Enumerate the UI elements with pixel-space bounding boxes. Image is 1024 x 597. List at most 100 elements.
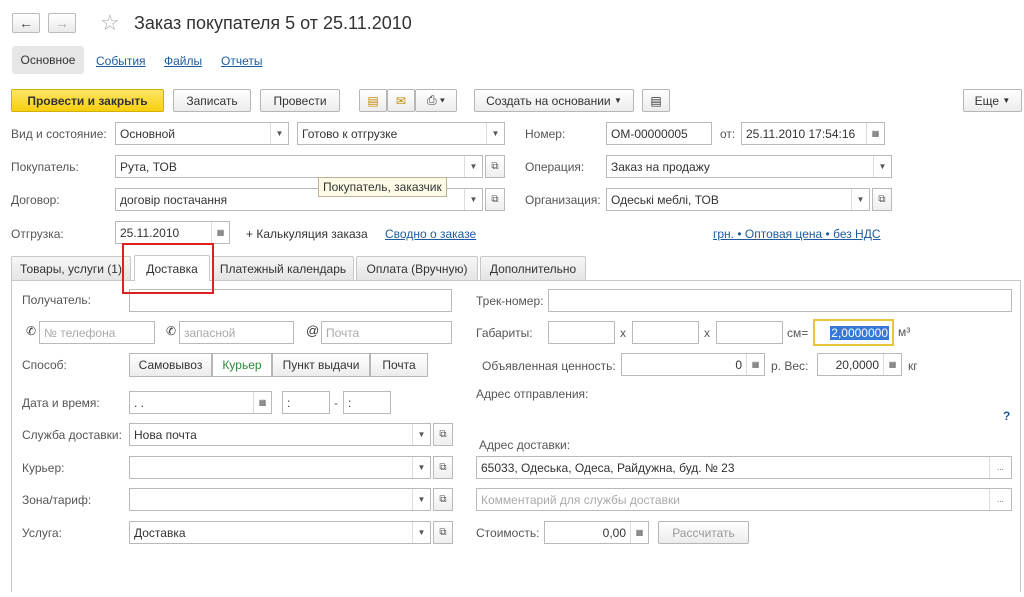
alt-phone-field[interactable]: запасной (179, 321, 294, 344)
report-icon: ▤ (650, 93, 662, 108)
forward-button[interactable]: → (48, 13, 76, 33)
service-field[interactable]: Нова почта ▼ (129, 423, 431, 446)
chevron-down-icon[interactable]: ▼ (873, 156, 891, 177)
summary-link[interactable]: Сводно о заказе (385, 227, 476, 241)
method-pickup[interactable]: Самовывоз (129, 353, 212, 377)
ship-label: Отгрузка: (11, 227, 64, 241)
state-value: Готово к отгрузке (302, 126, 398, 141)
buyer-value: Рута, ТОВ (120, 159, 177, 174)
ship-date-field[interactable]: 25.11.2010 ▦ (115, 221, 230, 244)
structure-button[interactable]: ▤ (359, 89, 387, 112)
calculator-icon[interactable]: ▦ (630, 522, 648, 543)
declared-field[interactable]: 0 ▦ (621, 353, 765, 376)
chevron-down-icon[interactable]: ▼ (412, 489, 430, 510)
chevron-down-icon[interactable]: ▼ (270, 123, 288, 144)
zone-field[interactable]: ▼ (129, 488, 431, 511)
width-field[interactable] (632, 321, 699, 344)
time-from-field[interactable]: : (282, 391, 330, 414)
chevron-down-icon[interactable]: ▼ (464, 189, 482, 210)
menu-reports[interactable]: Отчеты (221, 54, 262, 68)
usluga-field[interactable]: Доставка ▼ (129, 521, 431, 544)
phone-field[interactable]: № телефона (39, 321, 155, 344)
open-courier-button[interactable]: ⧉ (433, 456, 453, 479)
buyer-field[interactable]: Рута, ТОВ ▼ (115, 155, 483, 178)
chevron-down-icon[interactable]: ▼ (412, 522, 430, 543)
method-post[interactable]: Почта (370, 353, 428, 377)
open-usluga-button[interactable]: ⧉ (433, 521, 453, 544)
calc-text[interactable]: + Калькуляция заказа (246, 227, 368, 241)
price-link[interactable]: грн. • Оптовая цена • без НДС (713, 227, 881, 241)
to-field[interactable]: 65033, Одеська, Одеса, Райдужна, буд. № … (476, 456, 1012, 479)
print-button[interactable]: ⎙ ▾ (415, 89, 457, 112)
org-field[interactable]: Одеські меблі, ТОВ ▼ (606, 188, 870, 211)
menu-main[interactable]: Основное (12, 46, 84, 74)
open-contract-button[interactable]: ⧉ (485, 188, 505, 211)
chevron-down-icon[interactable]: ▼ (851, 189, 869, 210)
calendar-icon[interactable]: ▦ (253, 392, 271, 413)
track-field[interactable] (548, 289, 1012, 312)
phone-icon: ✆ (26, 324, 37, 338)
height-field[interactable] (716, 321, 783, 344)
date-field[interactable]: 25.11.2010 17:54:16 ▦ (741, 122, 885, 145)
chevron-down-icon[interactable]: ▼ (464, 156, 482, 177)
calendar-icon[interactable]: ▦ (211, 222, 229, 243)
contract-label: Договор: (11, 193, 60, 207)
to-label: Адрес доставки: (479, 438, 571, 452)
chevron-down-icon[interactable]: ▼ (412, 424, 430, 445)
chevron-down-icon[interactable]: ▼ (486, 123, 504, 144)
create-based-button[interactable]: Создать на основании ▼ (474, 89, 634, 112)
calculator-icon[interactable]: ▦ (883, 354, 901, 375)
arrow-left-icon: ← (19, 15, 33, 31)
calculator-icon[interactable]: ▦ (746, 354, 764, 375)
menu-files[interactable]: Файлы (164, 54, 202, 68)
post-close-button[interactable]: Провести и закрыть (11, 89, 164, 112)
back-button[interactable]: ← (12, 13, 40, 33)
ellipsis-icon[interactable]: ... (989, 489, 1011, 510)
ellipsis-icon[interactable]: ... (989, 457, 1011, 478)
email-button[interactable]: ✉ (387, 89, 415, 112)
kind-label: Вид и состояние: (11, 127, 107, 141)
length-field[interactable] (548, 321, 615, 344)
more-label: Еще (974, 93, 1000, 108)
tab-payment[interactable]: Оплата (Вручную) (356, 256, 478, 280)
courier-field[interactable]: ▼ (129, 456, 431, 479)
calendar-icon[interactable]: ▦ (866, 123, 884, 144)
calculate-button[interactable]: Рассчитать (658, 521, 749, 544)
email-field[interactable]: Почта (321, 321, 452, 344)
cost-field[interactable]: 0,00 ▦ (544, 521, 649, 544)
save-button[interactable]: Записать (173, 89, 251, 112)
number-field[interactable]: ОМ-00000005 (606, 122, 712, 145)
volume-value: 2,0000000 (830, 325, 889, 340)
open-buyer-button[interactable]: ⧉ (485, 155, 505, 178)
cm-label: см= (787, 326, 809, 340)
tab-goods[interactable]: Товары, услуги (1) (11, 256, 131, 280)
comment-field[interactable]: Комментарий для службы доставки... (476, 488, 1012, 511)
delivery-date-field[interactable]: . . ▦ (129, 391, 272, 414)
method-point[interactable]: Пункт выдачи (272, 353, 370, 377)
operation-field[interactable]: Заказ на продажу ▼ (606, 155, 892, 178)
volume-field[interactable]: 2,0000000 (813, 319, 894, 346)
declared-label: Объявленная ценность: (482, 359, 616, 373)
tab-additional[interactable]: Дополнительно (480, 256, 586, 280)
menu-events[interactable]: События (96, 54, 146, 68)
post-button[interactable]: Провести (260, 89, 340, 112)
open-org-button[interactable]: ⧉ (872, 188, 892, 211)
contract-value: договір постачання (120, 192, 228, 207)
help-icon[interactable]: ? (1003, 409, 1010, 423)
kind-field[interactable]: Основной ▼ (115, 122, 289, 145)
method-courier[interactable]: Курьер (212, 353, 272, 377)
number-label: Номер: (525, 127, 566, 141)
state-field[interactable]: Готово к отгрузке ▼ (297, 122, 505, 145)
star-icon[interactable]: ☆ (100, 10, 120, 36)
open-service-button[interactable]: ⧉ (433, 423, 453, 446)
more-button[interactable]: Еще ▼ (963, 89, 1022, 112)
from-label: Адрес отправления: (476, 387, 589, 401)
open-icon: ⧉ (439, 462, 447, 473)
open-zone-button[interactable]: ⧉ (433, 488, 453, 511)
weight-field[interactable]: 20,0000 ▦ (817, 353, 902, 376)
kind-value: Основной (120, 126, 176, 141)
tab-payment-calendar[interactable]: Платежный календарь (212, 256, 354, 280)
chevron-down-icon[interactable]: ▼ (412, 457, 430, 478)
time-to-field[interactable]: : (343, 391, 391, 414)
report-button[interactable]: ▤ (642, 89, 670, 112)
